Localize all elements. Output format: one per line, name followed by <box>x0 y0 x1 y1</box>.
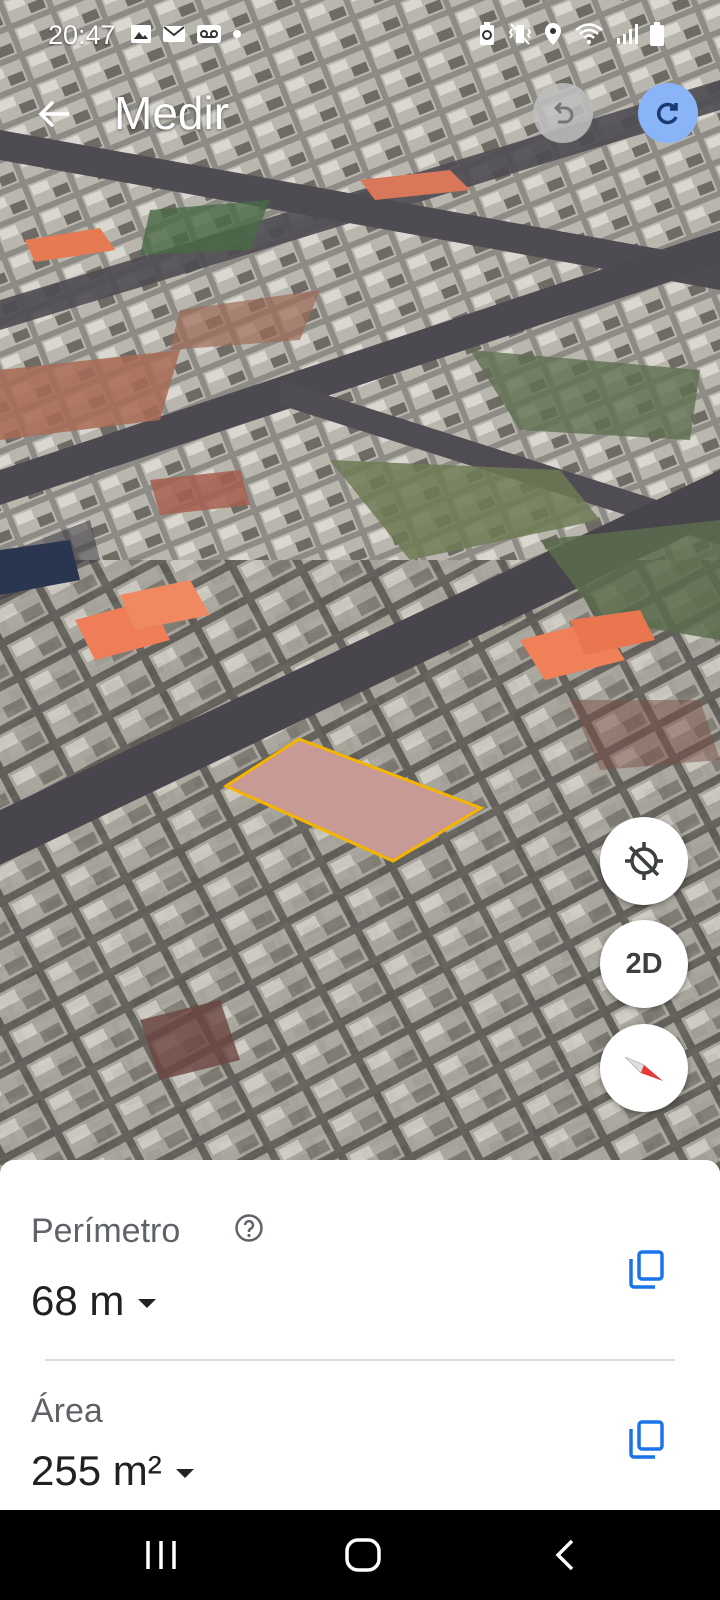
home-button[interactable] <box>333 1530 393 1580</box>
perimeter-value: 68 m <box>31 1277 125 1324</box>
measurement-sheet: Perímetro 68 m Área 255 m² <box>0 1160 720 1510</box>
area-value: 255 m² <box>31 1447 162 1494</box>
area-value-dropdown[interactable]: 255 m² <box>31 1447 194 1495</box>
back-button[interactable] <box>28 88 80 140</box>
status-system-icons <box>478 22 664 46</box>
copy-icon <box>629 1250 664 1289</box>
perimeter-label: Perímetro <box>31 1212 181 1250</box>
view-mode-label: 2D <box>625 947 663 980</box>
status-bar: 20:47 <box>0 0 720 72</box>
redo-icon <box>656 102 678 125</box>
back-icon <box>555 1539 574 1571</box>
signal-icon <box>617 24 638 44</box>
status-time: 20:47 <box>48 20 116 50</box>
page-title: Medir <box>114 87 230 139</box>
compass-button[interactable] <box>600 1024 688 1112</box>
location-disabled-icon <box>625 842 663 880</box>
caret-down-icon <box>175 1468 194 1478</box>
map-canvas <box>0 0 720 1175</box>
copy-perimeter-button[interactable] <box>622 1245 670 1293</box>
undo-button[interactable] <box>533 83 593 143</box>
compass-icon <box>624 1056 663 1081</box>
redo-button[interactable] <box>638 83 698 143</box>
help-icon[interactable] <box>234 1213 264 1243</box>
battery-saver-icon <box>480 22 494 45</box>
recents-icon <box>146 1541 176 1569</box>
copy-icon <box>629 1420 664 1459</box>
perimeter-value-dropdown[interactable]: 68 m <box>31 1277 157 1325</box>
satellite-map[interactable] <box>0 0 720 1175</box>
area-label: Área <box>31 1392 103 1430</box>
arrow-left-icon <box>38 100 69 128</box>
image-icon <box>131 25 151 43</box>
system-nav-bar <box>0 1510 720 1600</box>
undo-icon <box>553 101 574 124</box>
status-notifications <box>130 24 242 44</box>
home-icon <box>345 1538 381 1572</box>
voicemail-icon <box>197 25 221 43</box>
nav-back-button[interactable] <box>535 1530 595 1580</box>
caret-down-icon <box>138 1298 157 1308</box>
dot-icon <box>233 30 241 38</box>
my-location-button[interactable] <box>600 817 688 905</box>
recents-button[interactable] <box>131 1530 191 1580</box>
mute-vibrate-icon <box>508 23 532 45</box>
divider <box>45 1359 675 1361</box>
wifi-icon <box>575 23 603 44</box>
location-icon <box>545 23 561 45</box>
battery-icon <box>650 22 664 46</box>
copy-area-button[interactable] <box>622 1415 670 1463</box>
mail-icon <box>163 26 185 42</box>
view-mode-toggle[interactable]: 2D <box>600 920 688 1008</box>
